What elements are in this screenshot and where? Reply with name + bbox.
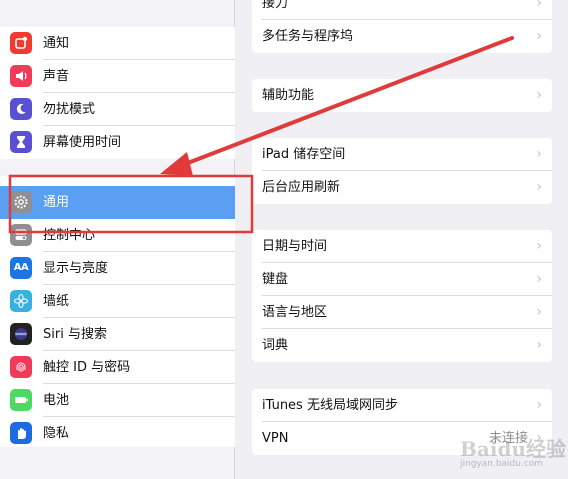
highlight-box: [8, 174, 254, 234]
watermark-logo: Baidu经验: [460, 437, 566, 461]
red-annotation-overlay: [8, 36, 514, 234]
annotation-arrow-shaft: [178, 36, 514, 168]
baidu-watermark: Baidu经验 jingyan.baidu.com: [460, 433, 566, 473]
watermark-site: jingyan.baidu.com: [460, 459, 544, 469]
annotation-arrow-head: [160, 152, 193, 176]
